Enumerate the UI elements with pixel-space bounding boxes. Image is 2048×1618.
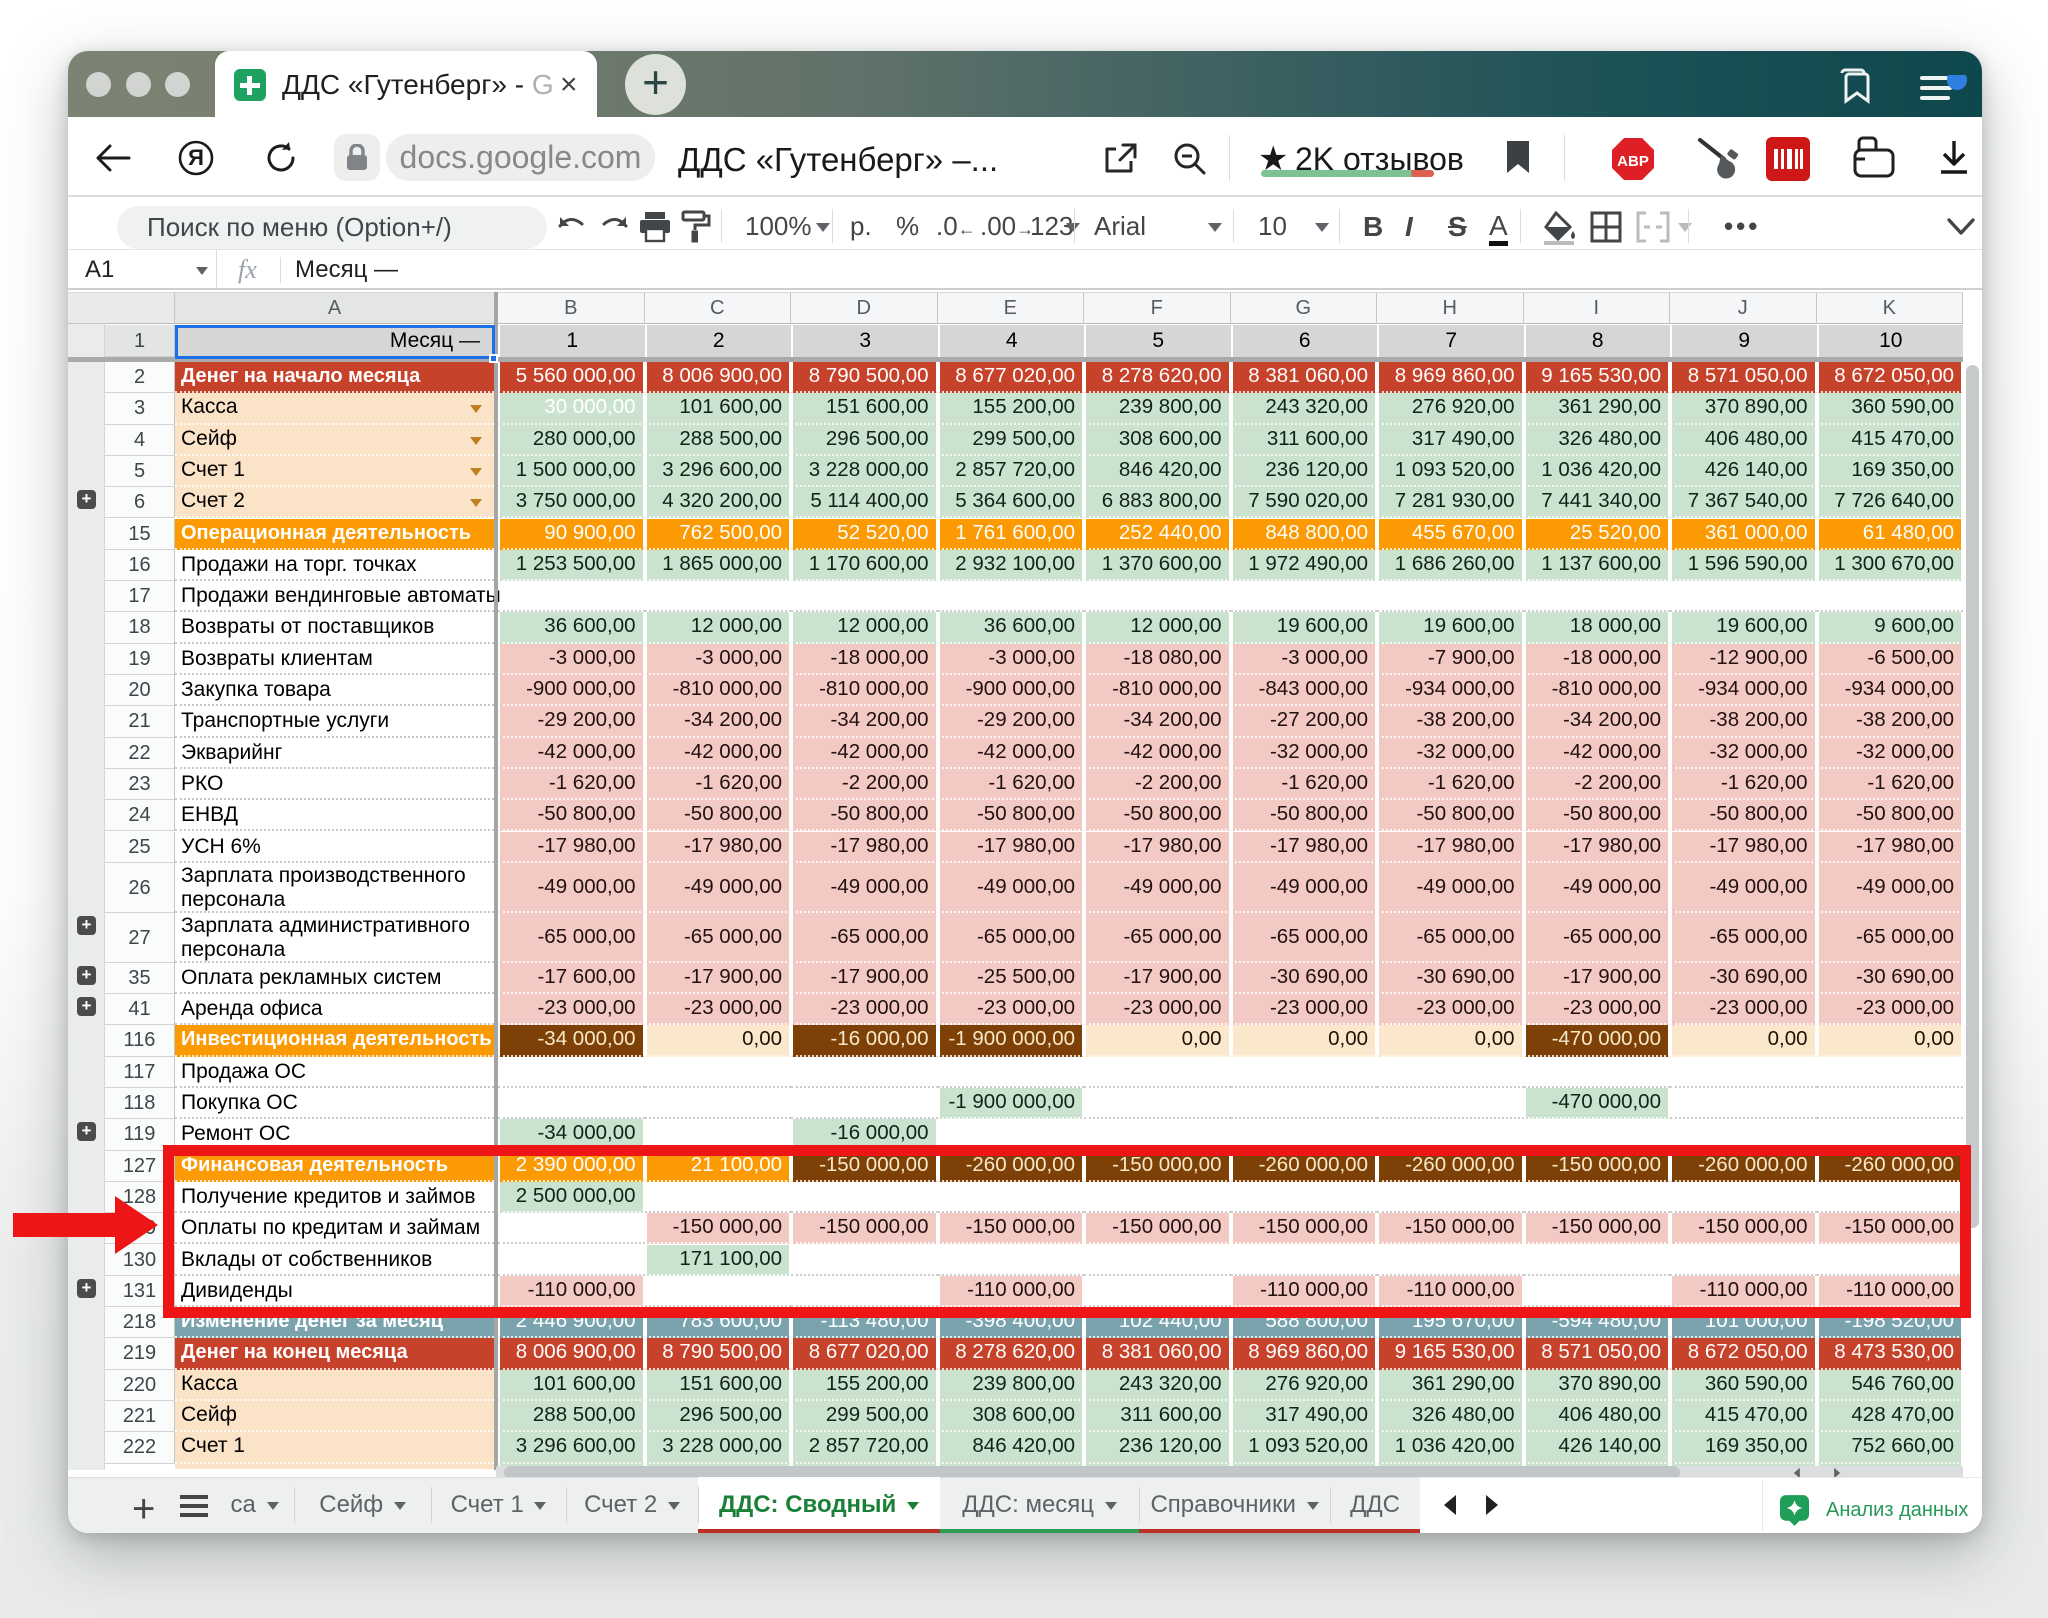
svg-text:ABP: ABP: [1617, 153, 1649, 170]
svg-text:Я: Я: [188, 145, 204, 170]
